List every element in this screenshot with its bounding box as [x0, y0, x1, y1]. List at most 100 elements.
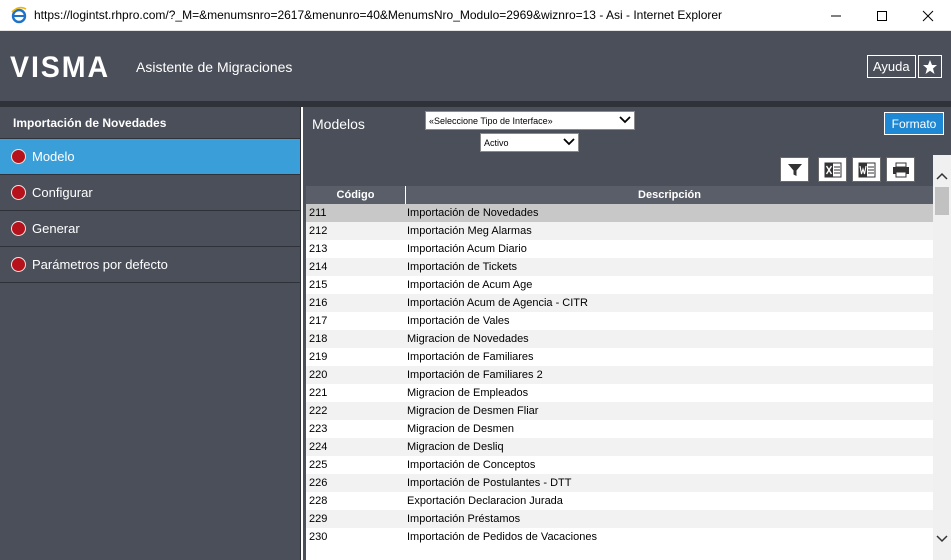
chevron-down-icon — [619, 115, 631, 126]
table-row[interactable]: 229 Importación Préstamos — [306, 510, 933, 528]
cell-code: 216 — [309, 297, 328, 309]
status-select-value: Activo — [484, 137, 509, 148]
cell-description: Migracion de Desmen Fliar — [407, 405, 539, 417]
cell-description: Importación Meg Alarmas — [407, 225, 532, 237]
cell-code: 212 — [309, 225, 328, 237]
table-row[interactable]: 226 Importación de Postulantes - DTT — [306, 474, 933, 492]
cell-code: 220 — [309, 369, 328, 381]
app-title: Asistente de Migraciones — [136, 59, 293, 75]
table-row[interactable]: 224 Migracion de Desliq — [306, 438, 933, 456]
cell-code: 229 — [309, 513, 328, 525]
format-button[interactable]: Formato — [884, 112, 944, 135]
chevron-down-icon — [563, 137, 575, 148]
star-icon[interactable] — [918, 55, 942, 78]
cell-description: Importación de Familiares — [407, 351, 534, 363]
cell-description: Importación Acum de Agencia - CITR — [407, 297, 588, 309]
main-panel: Modelos «Seleccione Tipo de Interface» A… — [303, 107, 951, 560]
sidebar-item-label: Generar — [32, 221, 80, 236]
table-row[interactable]: 216 Importación Acum de Agencia - CITR — [306, 294, 933, 312]
window-titlebar: https://logintst.rhpro.com/?_M=&menumsnr… — [0, 0, 951, 31]
cell-code: 214 — [309, 261, 328, 273]
internet-explorer-icon — [10, 6, 28, 24]
status-dot-icon — [11, 221, 26, 236]
interface-type-value: «Seleccione Tipo de Interface» — [429, 115, 553, 126]
table-row[interactable]: 219 Importación de Familiares — [306, 348, 933, 366]
cell-code: 213 — [309, 243, 328, 255]
table-row[interactable]: 217 Importación de Vales — [306, 312, 933, 330]
cell-description: Migracion de Empleados — [407, 387, 529, 399]
cell-code: 225 — [309, 459, 328, 471]
cell-code: 228 — [309, 495, 328, 507]
sidebar-item-modelo[interactable]: Modelo — [0, 139, 300, 175]
cell-description: Importación de Familiares 2 — [407, 369, 543, 381]
visma-logo: VISMA — [10, 51, 112, 86]
word-export-icon[interactable] — [852, 157, 881, 182]
close-icon[interactable] — [905, 0, 951, 31]
table-row[interactable]: 223 Migracion de Desmen — [306, 420, 933, 438]
brand-text: VISMA — [10, 51, 110, 81]
sidebar-item-configurar[interactable]: Configurar — [0, 175, 300, 211]
table-row[interactable]: 211 Importación de Novedades — [306, 204, 933, 222]
sidebar-item-generar[interactable]: Generar — [0, 211, 300, 247]
minimize-icon[interactable] — [813, 0, 859, 31]
cell-description: Importación de Pedidos de Vacaciones — [407, 531, 597, 543]
table-row[interactable]: 220 Importación de Familiares 2 — [306, 366, 933, 384]
sidebar: Importación de Novedades Modelo Configur… — [0, 107, 301, 560]
status-dot-icon — [11, 149, 26, 164]
cell-code: 224 — [309, 441, 328, 453]
help-button[interactable]: Ayuda — [867, 55, 916, 78]
table-row[interactable]: 213 Importación Acum Diario — [306, 240, 933, 258]
cell-description: Importación Préstamos — [407, 513, 521, 525]
sidebar-item-parametros[interactable]: Parámetros por defecto — [0, 247, 300, 283]
filter-icon[interactable] — [780, 157, 809, 182]
cell-description: Migracion de Novedades — [407, 333, 529, 345]
excel-export-icon[interactable] — [818, 157, 847, 182]
cell-description: Importación de Acum Age — [407, 279, 533, 291]
app-header: VISMA Asistente de Migraciones Ayuda — [0, 31, 951, 101]
section-title: Modelos — [312, 116, 365, 132]
cell-code: 226 — [309, 477, 328, 489]
cell-code: 211 — [309, 207, 327, 219]
models-table: Código Descripción 211 Importación de Nov… — [306, 186, 933, 560]
cell-description: Importación Acum Diario — [407, 243, 527, 255]
vertical-scrollbar[interactable] — [933, 155, 951, 560]
column-header-description[interactable]: Descripción — [406, 186, 933, 204]
table-header: Código Descripción — [306, 186, 933, 204]
table-row[interactable]: 228 Exportación Declaracion Jurada — [306, 492, 933, 510]
cell-description: Importación de Tickets — [407, 261, 518, 273]
sidebar-title: Importación de Novedades — [0, 107, 300, 139]
table-row[interactable]: 215 Importación de Acum Age — [306, 276, 933, 294]
table-row[interactable]: 221 Migracion de Empleados — [306, 384, 933, 402]
cell-description: Importación de Postulantes - DTT — [407, 477, 572, 489]
table-row[interactable]: 230 Importación de Pedidos de Vacaciones — [306, 528, 933, 546]
table-row[interactable]: 225 Importación de Conceptos — [306, 456, 933, 474]
cell-code: 222 — [309, 405, 328, 417]
scroll-down-icon[interactable] — [933, 530, 951, 548]
cell-code: 218 — [309, 333, 328, 345]
scroll-thumb[interactable] — [935, 187, 949, 215]
status-select[interactable]: Activo — [480, 133, 579, 152]
column-header-code[interactable]: Código — [306, 186, 406, 204]
cell-code: 221 — [309, 387, 328, 399]
print-icon[interactable] — [886, 157, 915, 182]
cell-description: Importación de Novedades — [407, 207, 539, 219]
cell-code: 223 — [309, 423, 328, 435]
cell-description: Migracion de Desliq — [407, 441, 504, 453]
cell-description: Importación de Conceptos — [407, 459, 536, 471]
sidebar-item-label: Parámetros por defecto — [32, 257, 168, 272]
sidebar-item-label: Configurar — [32, 185, 93, 200]
table-body: 211 Importación de Novedades 212 Importació… — [306, 204, 933, 546]
scroll-up-icon[interactable] — [933, 167, 951, 185]
table-row[interactable]: 218 Migracion de Novedades — [306, 330, 933, 348]
cell-description: Exportación Declaracion Jurada — [407, 495, 563, 507]
status-dot-icon — [11, 185, 26, 200]
interface-type-select[interactable]: «Seleccione Tipo de Interface» — [425, 111, 635, 130]
window-controls — [813, 0, 951, 31]
maximize-icon[interactable] — [859, 0, 905, 31]
table-row[interactable]: 212 Importación Meg Alarmas — [306, 222, 933, 240]
table-row[interactable]: 214 Importación de Tickets — [306, 258, 933, 276]
cell-description: Migracion de Desmen — [407, 423, 514, 435]
table-row[interactable]: 222 Migracion de Desmen Fliar — [306, 402, 933, 420]
sidebar-item-label: Modelo — [32, 149, 75, 164]
cell-code: 215 — [309, 279, 328, 291]
